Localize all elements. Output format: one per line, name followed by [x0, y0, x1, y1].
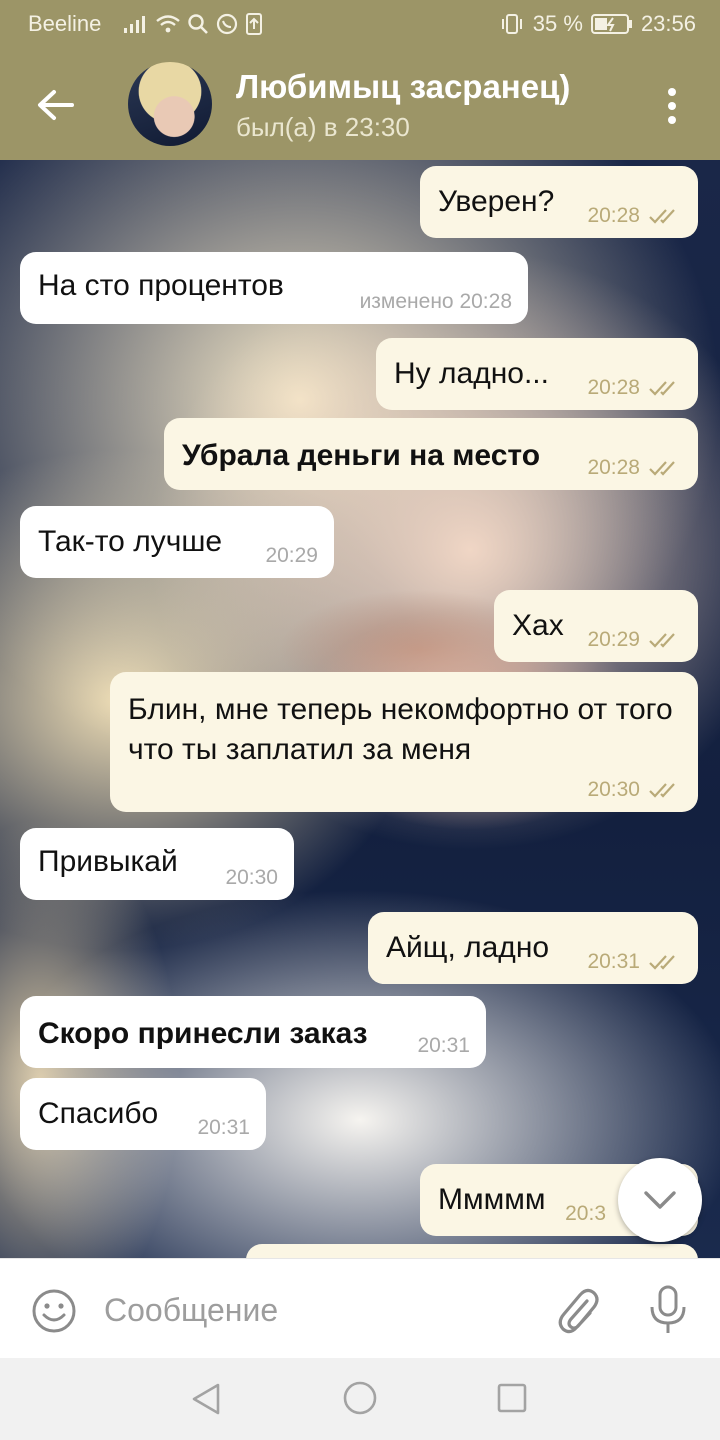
upload-icon: [246, 13, 263, 35]
whatsapp-icon: [217, 13, 238, 35]
message-text: Блин, мне теперь некомфортно от того что…: [128, 693, 673, 766]
message-bubble[interactable]: Убрала деньги на место 20:28: [164, 418, 698, 490]
double-check-icon: [649, 633, 675, 648]
message-bubble[interactable]: Ну ладно... 20:28: [376, 338, 698, 410]
contact-name[interactable]: Любимыц засранец): [236, 68, 570, 106]
avatar[interactable]: [128, 62, 212, 146]
message-time: изменено 20:28: [359, 290, 512, 313]
message-composer: [0, 1258, 720, 1358]
paperclip-icon[interactable]: [554, 1287, 600, 1335]
message-time: 20:28: [587, 204, 640, 227]
message-meta: 20:28: [587, 204, 682, 228]
message-time: 20:31: [197, 1116, 250, 1139]
message-time: 20:30: [225, 866, 278, 889]
chat-header: Любимыц засранец) был(а) в 23:30: [0, 48, 720, 160]
message-time: 20:3: [565, 1202, 606, 1225]
message-bubble[interactable]: Хах 20:29: [494, 590, 698, 662]
system-nav-bar: [0, 1358, 720, 1440]
smiley-icon[interactable]: [30, 1287, 78, 1335]
double-check-icon: [649, 783, 675, 798]
status-bar: Beeline 35 % 23:56: [0, 0, 720, 48]
double-check-icon: [649, 461, 675, 476]
message-time: 20:31: [587, 950, 640, 973]
message-meta: изменено 20:28: [360, 290, 512, 314]
message-meta: 20:31: [197, 1116, 250, 1140]
signal-icon: [124, 16, 146, 33]
nav-recent-icon[interactable]: [496, 1382, 528, 1414]
message-bubble[interactable]: На сто процентов изменено 20:28: [20, 252, 528, 324]
message-meta: 20:30: [587, 778, 682, 802]
wifi-icon: [156, 15, 181, 33]
message-bubble-partial[interactable]: [246, 1244, 698, 1258]
battery-icon: [590, 14, 632, 34]
message-time: 20:28: [587, 376, 640, 399]
last-seen: был(а) в 23:30: [236, 112, 410, 142]
nav-back-icon[interactable]: [190, 1382, 222, 1416]
message-meta: 20:31: [417, 1034, 470, 1058]
nav-home-icon[interactable]: [342, 1380, 378, 1416]
message-time: 20:29: [587, 628, 640, 651]
microphone-icon[interactable]: [648, 1285, 688, 1335]
search-icon: [188, 14, 209, 34]
battery-percent: 35 %: [532, 11, 583, 36]
double-check-icon: [649, 381, 675, 396]
message-bubble[interactable]: Спасибо 20:31: [20, 1078, 266, 1150]
message-time: 20:30: [587, 778, 640, 801]
message-meta: 20:29: [587, 628, 682, 652]
message-input[interactable]: [104, 1289, 524, 1331]
chevron-down-icon: [644, 1191, 676, 1209]
chat-area[interactable]: Уверен? 20:28 На сто процентов изменено …: [0, 160, 720, 1258]
arrow-left-icon[interactable]: [34, 84, 76, 126]
message-bubble[interactable]: Скоро принесли заказ 20:31: [20, 996, 486, 1068]
message-bubble[interactable]: Айщ, ладно 20:31: [368, 912, 698, 984]
carrier-label: Beeline: [28, 11, 102, 36]
message-meta: 20:29: [265, 544, 318, 568]
vibrate-icon: [501, 14, 522, 34]
scroll-down-button[interactable]: [618, 1158, 702, 1242]
message-meta: 20:3: [565, 1202, 606, 1226]
message-meta: 20:28: [587, 456, 682, 480]
clock: 23:56: [640, 11, 696, 36]
message-bubble[interactable]: Так-то лучше 20:29: [20, 506, 334, 578]
message-time: 20:31: [417, 1034, 470, 1057]
message-bubble[interactable]: Уверен? 20:28: [420, 166, 698, 238]
double-check-icon: [649, 955, 675, 970]
message-bubble[interactable]: Блин, мне теперь некомфортно от того что…: [110, 672, 698, 812]
message-text: Скоро принесли заказ: [38, 1017, 368, 1050]
message-meta: 20:31: [587, 950, 682, 974]
message-bubble[interactable]: Привыкай 20:30: [20, 828, 294, 900]
more-vertical-icon[interactable]: [660, 86, 684, 126]
double-check-icon: [649, 209, 675, 224]
message-time: 20:28: [587, 456, 640, 479]
message-meta: 20:28: [587, 376, 682, 400]
message-time: 20:29: [265, 544, 318, 567]
message-meta: 20:30: [225, 866, 278, 890]
